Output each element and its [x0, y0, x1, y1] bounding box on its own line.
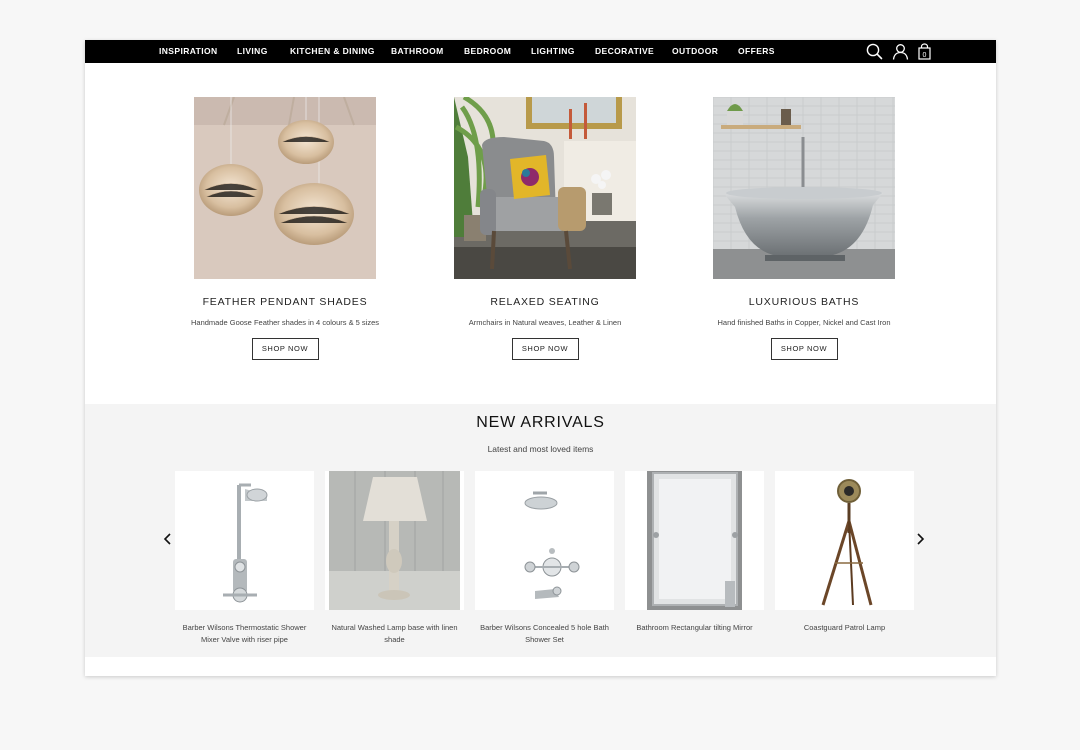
- product-image[interactable]: [475, 471, 614, 610]
- nav-item-kitchen-dining[interactable]: KITCHEN & DINING: [290, 40, 375, 63]
- new-arrivals-section: NEW ARRIVALS Latest and most loved items: [85, 404, 996, 657]
- carousel-prev-button[interactable]: [161, 532, 175, 546]
- product-name: Barber Wilsons Concealed 5 hole Bath Sho…: [480, 623, 609, 644]
- product-card[interactable]: Coastguard Patrol Lamp: [775, 471, 914, 634]
- chevron-left-icon: [163, 533, 171, 545]
- feature-title: RELAXED SEATING: [490, 296, 600, 308]
- feature-description: Handmade Goose Feather shades in 4 colou…: [190, 318, 380, 327]
- feature-description: Hand finished Baths in Copper, Nickel an…: [717, 318, 891, 327]
- feature-description: Armchairs in Natural weaves, Leather & L…: [468, 318, 622, 327]
- nav-item-outdoor[interactable]: OUTDOOR: [672, 40, 718, 63]
- shop-now-button[interactable]: SHOP NOW: [770, 338, 838, 360]
- user-icon[interactable]: [891, 42, 910, 61]
- feature-image-feather-pendants[interactable]: [194, 97, 376, 279]
- section-subtitle: Latest and most loved items: [487, 444, 594, 454]
- product-name: Natural Washed Lamp base with linen shad…: [331, 623, 458, 644]
- carousel-next-button[interactable]: [913, 532, 927, 546]
- feature-title: LUXURIOUS BATHS: [748, 296, 860, 308]
- product-card[interactable]: Natural Washed Lamp base with linen shad…: [325, 471, 464, 645]
- product-image[interactable]: [175, 471, 314, 610]
- product-name: Coastguard Patrol Lamp: [803, 623, 886, 632]
- feature-card-relaxed-seating: RELAXED SEATING Armchairs in Natural wea…: [415, 97, 675, 360]
- shop-now-button[interactable]: SHOP NOW: [511, 338, 579, 360]
- product-card[interactable]: Barber Wilsons Concealed 5 hole Bath Sho…: [475, 471, 614, 645]
- nav-item-decorative[interactable]: DECORATIVE: [595, 40, 654, 63]
- section-title: NEW ARRIVALS: [476, 414, 605, 431]
- nav-item-living[interactable]: LIVING: [237, 40, 268, 63]
- page-frame: INSPIRATION LIVING KITCHEN & DINING BATH…: [85, 40, 996, 676]
- product-name: Bathroom Rectangular tilting Mirror: [636, 623, 753, 632]
- feature-image-luxurious-baths[interactable]: [713, 97, 895, 279]
- feature-image-relaxed-seating[interactable]: [454, 97, 636, 279]
- feature-title: FEATHER PENDANT SHADES: [202, 296, 368, 308]
- nav-item-offers[interactable]: OFFERS: [738, 40, 775, 63]
- product-card[interactable]: Bathroom Rectangular tilting Mirror: [625, 471, 764, 634]
- nav-item-lighting[interactable]: LIGHTING: [531, 40, 575, 63]
- cart-count: 0: [923, 52, 927, 59]
- product-image[interactable]: [625, 471, 764, 610]
- feature-card-luxurious-baths: LUXURIOUS BATHS Hand finished Baths in C…: [674, 97, 934, 360]
- shop-now-button[interactable]: SHOP NOW: [251, 338, 319, 360]
- nav-item-bedroom[interactable]: BEDROOM: [464, 40, 511, 63]
- search-icon[interactable]: [865, 42, 884, 61]
- nav-item-bathroom[interactable]: BATHROOM: [391, 40, 444, 63]
- top-navigation-bar: INSPIRATION LIVING KITCHEN & DINING BATH…: [85, 40, 996, 63]
- cart-icon[interactable]: 0: [915, 42, 934, 61]
- feature-card-feather-pendants: FEATHER PENDANT SHADES Handmade Goose Fe…: [155, 97, 415, 360]
- nav-item-inspiration[interactable]: INSPIRATION: [159, 40, 218, 63]
- product-card[interactable]: Barber Wilsons Thermostatic Shower Mixer…: [175, 471, 314, 645]
- product-name: Barber Wilsons Thermostatic Shower Mixer…: [182, 623, 307, 644]
- product-image[interactable]: [325, 471, 464, 610]
- product-image[interactable]: [775, 471, 914, 610]
- chevron-right-icon: [917, 533, 925, 545]
